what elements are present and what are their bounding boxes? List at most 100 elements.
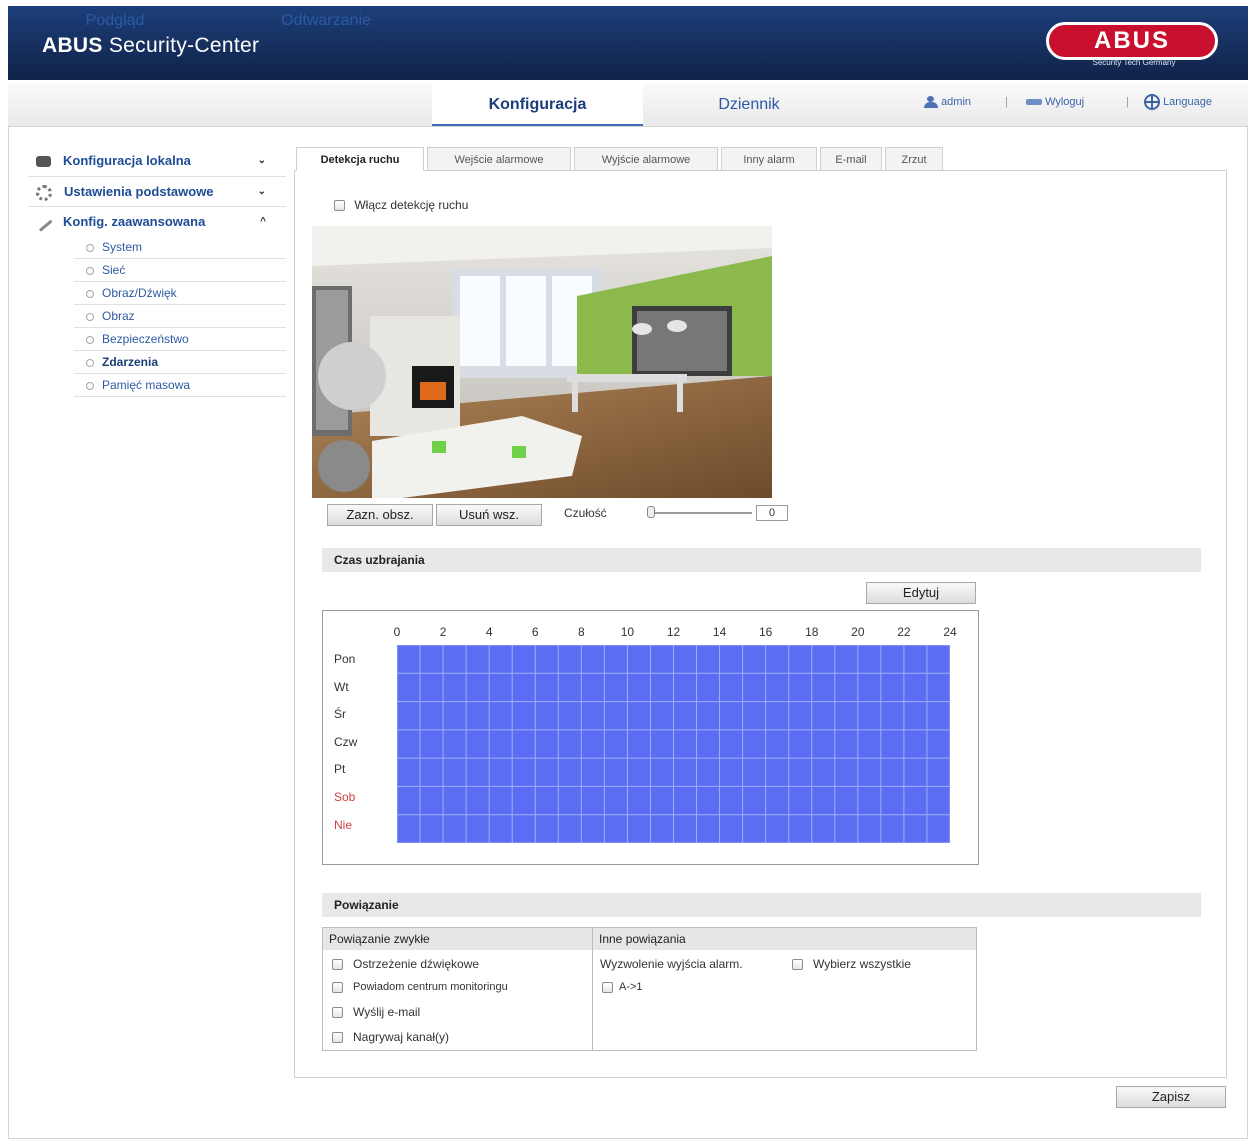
abus-logo-subtitle: Security Tech Germany — [1092, 58, 1176, 67]
schedule-hour-label: 18 — [805, 625, 819, 639]
alarm-output-a1-checkbox[interactable] — [602, 981, 613, 993]
nav-tab-log[interactable]: Dziennik — [643, 84, 855, 126]
sidebar-group-local-config[interactable]: Konfiguracja lokalna ⌄ — [36, 146, 280, 176]
camera-preview-image[interactable] — [312, 226, 772, 498]
tab-snapshot[interactable]: Zrzut — [885, 147, 943, 171]
chevron-down-icon: ⌄ — [257, 186, 266, 197]
sidebar-group-label: Konfig. zaawansowana — [63, 214, 206, 229]
save-button[interactable]: Zapisz — [1116, 1086, 1226, 1108]
sidebar-item-label: Pamięć masowa — [102, 378, 191, 392]
sidebar-group-advanced-config[interactable]: Konfig. zaawansowana ^ — [34, 207, 280, 237]
trigger-alarm-output-label: Wyzwolenie wyjścia alarm. — [600, 957, 743, 971]
schedule-hour-label: 6 — [531, 625, 539, 639]
record-channels-option[interactable]: Nagrywaj kanał(y) — [332, 1030, 449, 1044]
audible-warning-option[interactable]: Ostrzeżenie dźwiękowe — [332, 957, 479, 971]
sensitivity-slider-handle[interactable] — [647, 506, 655, 518]
globe-icon — [1144, 94, 1160, 110]
tab-email[interactable]: E-mail — [820, 147, 882, 171]
schedule-day-label: Wt — [334, 679, 349, 694]
bullet-icon — [86, 289, 94, 298]
username: admin — [941, 96, 972, 108]
sidebar-item-label: Obraz/Dźwięk — [102, 286, 177, 300]
select-all-label: Wybierz wszystkie — [813, 957, 911, 971]
user-info[interactable]: admin — [924, 96, 972, 109]
tab-alarm-output[interactable]: Wyjście alarmowe — [574, 147, 718, 171]
other-linkage-header: Inne powiązania — [593, 928, 976, 950]
logout-label: Wyloguj — [1045, 96, 1085, 108]
nav-tab-configuration[interactable]: Konfiguracja — [432, 84, 643, 126]
sidebar-divider — [28, 176, 286, 177]
tab-alarm-input[interactable]: Wejście alarmowe — [427, 147, 571, 171]
enable-motion-checkbox[interactable] — [334, 200, 345, 212]
schedule-hour-label: 14 — [712, 625, 727, 639]
record-channels-checkbox[interactable] — [332, 1032, 343, 1044]
nav-tab-preview-label — [10, 84, 220, 126]
schedule-day-label: Nie — [334, 817, 353, 832]
sidebar-group-label: Ustawienia podstawowe — [64, 184, 214, 199]
nav-tab-preview[interactable]: Podgląd — [10, 0, 220, 42]
schedule-day-label: Śr — [334, 707, 346, 722]
logout-link[interactable]: Wyloguj — [1026, 96, 1084, 108]
sidebar-item-security[interactable]: Bezpieczeństwo — [74, 328, 286, 351]
sensitivity-label: Czułość — [564, 506, 607, 520]
schedule-hour-label: 16 — [758, 625, 773, 639]
sidebar-item-network[interactable]: Sieć — [74, 259, 286, 282]
clear-all-button[interactable]: Usuń wsz. — [436, 504, 542, 526]
draw-area-button[interactable]: Zazn. obsz. — [327, 504, 433, 526]
sidebar-item-video-audio[interactable]: Obraz/Dźwięk — [74, 282, 286, 305]
schedule-grid[interactable] — [397, 645, 950, 843]
schedule-hour-label: 12 — [666, 625, 681, 639]
bullet-icon — [86, 312, 94, 321]
bullet-icon — [86, 266, 94, 275]
user-icon — [924, 96, 938, 109]
bullet-icon — [86, 335, 94, 344]
record-channels-label: Nagrywaj kanał(y) — [353, 1030, 450, 1044]
sensitivity-value[interactable]: 0 — [756, 505, 788, 521]
tab-motion-detection[interactable]: Detekcja ruchu — [296, 147, 424, 171]
enable-motion-label: Włącz detekcję ruchu — [354, 198, 469, 212]
tab-other-alarm[interactable]: Inny alarm — [721, 147, 817, 171]
alarm-output-a1-option[interactable]: A->1 — [602, 981, 643, 993]
notify-center-checkbox[interactable] — [332, 981, 343, 993]
arming-schedule-header: Czas uzbrajania — [322, 548, 1201, 572]
sidebar-item-storage[interactable]: Pamięć masowa — [74, 374, 286, 397]
language-label: Language — [1163, 95, 1213, 108]
sidebar-item-system[interactable]: System — [74, 236, 286, 259]
sidebar-item-label: Zdarzenia — [102, 355, 159, 369]
linkage-column-divider — [592, 928, 593, 1050]
language-link[interactable]: Language — [1144, 94, 1212, 110]
schedule-hour-label: 24 — [943, 625, 957, 639]
schedule-hour-label: 4 — [485, 625, 493, 639]
sidebar-item-label: Sieć — [102, 263, 126, 277]
send-email-option[interactable]: Wyślij e-mail — [332, 1005, 420, 1019]
bullet-icon — [86, 358, 94, 367]
select-all-option[interactable]: Wybierz wszystkie — [792, 957, 911, 971]
audible-warning-label: Ostrzeżenie dźwiękowe — [353, 957, 480, 971]
gear-icon — [36, 184, 52, 201]
notify-center-label: Powiadom centrum monitoringu — [353, 981, 508, 993]
abus-logo: ABUS — [1046, 22, 1218, 60]
send-email-checkbox[interactable] — [332, 1007, 343, 1019]
sidebar-group-basic-settings[interactable]: Ustawienia podstawowe ⌄ — [36, 177, 280, 207]
wrench-icon — [34, 213, 53, 232]
select-all-checkbox[interactable] — [792, 959, 803, 971]
camera-icon — [36, 156, 51, 168]
nav-tab-playback[interactable]: Odtwarzanie — [220, 0, 432, 42]
schedule-hour-label: 2 — [439, 625, 447, 639]
sensitivity-slider-track[interactable] — [648, 512, 752, 514]
schedule-day-label: Czw — [334, 734, 358, 749]
normal-linkage-header: Powiązanie zwykłe — [323, 928, 592, 950]
sidebar-item-events[interactable]: Zdarzenia — [74, 351, 286, 374]
linkage-header: Powiązanie — [322, 893, 1201, 917]
schedule-day-label: Pon — [334, 652, 356, 666]
sidebar-divider — [28, 206, 286, 207]
bullet-icon — [86, 381, 94, 390]
notify-surveillance-center-option[interactable]: Powiadom centrum monitoringu — [332, 981, 508, 993]
schedule-hour-label: 8 — [577, 625, 585, 639]
chevron-down-icon: ⌄ — [257, 155, 266, 166]
sidebar-item-label: System — [102, 240, 143, 254]
enable-motion-detection[interactable]: Włącz detekcję ruchu — [334, 198, 468, 212]
audible-warning-checkbox[interactable] — [332, 959, 343, 971]
sidebar-item-image[interactable]: Obraz — [74, 305, 286, 328]
edit-schedule-button[interactable]: Edytuj — [866, 582, 976, 604]
